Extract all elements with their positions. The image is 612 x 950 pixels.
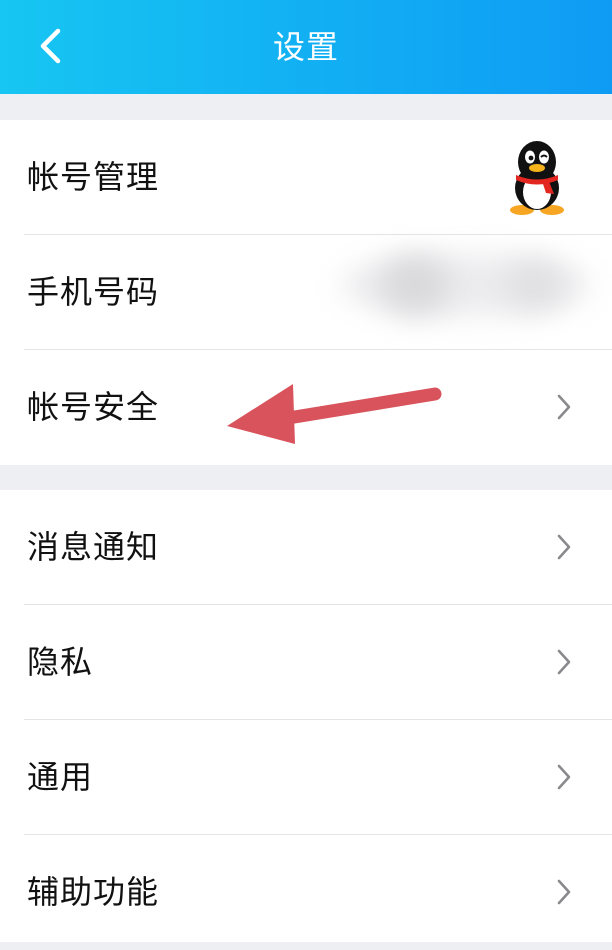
row-label: 手机号码: [27, 273, 160, 311]
settings-row-phone-number[interactable]: 手机号码: [0, 235, 612, 350]
settings-row-notifications[interactable]: 消息通知: [0, 490, 612, 605]
chevron-left-icon: [40, 28, 61, 64]
chevron-right-icon: [557, 649, 571, 675]
top-nav-bar: 设置: [0, 0, 612, 94]
settings-row-privacy[interactable]: 隐私: [0, 605, 612, 720]
chevron-right-icon: [557, 764, 571, 790]
chevron-right-icon: [557, 534, 571, 560]
settings-row-account-management[interactable]: 帐号管理: [0, 120, 612, 235]
row-label: 消息通知: [27, 528, 160, 566]
chevron-right-icon: [557, 879, 571, 905]
page-title: 设置: [272, 28, 339, 66]
row-label: 辅助功能: [27, 873, 160, 911]
row-label: 帐号管理: [27, 158, 160, 196]
settings-group-account: 帐号管理 手机号码 帐号安全: [0, 120, 612, 465]
row-label: 隐私: [27, 643, 94, 681]
settings-row-accessibility[interactable]: 辅助功能: [0, 835, 612, 950]
settings-row-general[interactable]: 通用: [0, 720, 612, 835]
row-label: 通用: [27, 758, 94, 796]
qq-penguin-avatar: [510, 141, 564, 215]
settings-row-account-security[interactable]: 帐号安全: [0, 350, 612, 465]
settings-group-general: 消息通知 隐私 通用 辅助功能: [0, 490, 612, 942]
row-label: 帐号安全: [27, 388, 160, 426]
chevron-right-icon: [557, 394, 571, 420]
back-button[interactable]: [18, 14, 82, 78]
